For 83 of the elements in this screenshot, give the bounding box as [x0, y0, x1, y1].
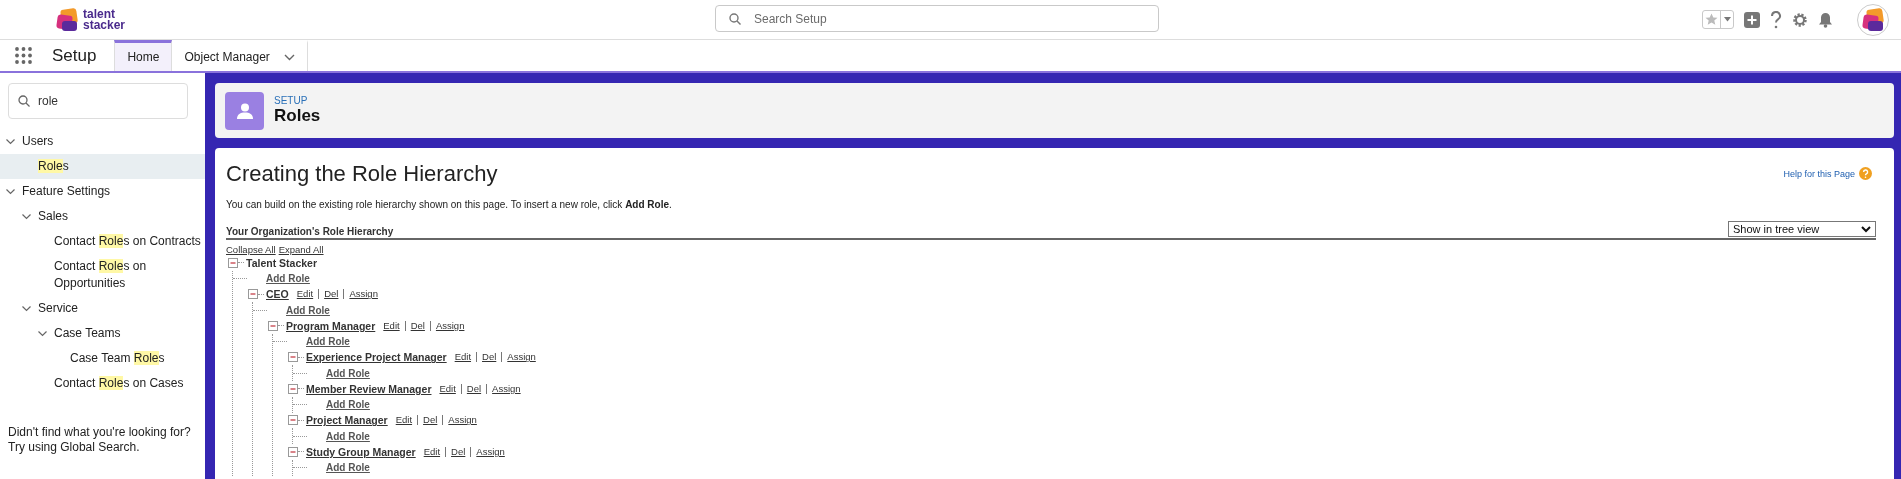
add-role-link[interactable]: Add Role [326, 430, 370, 442]
sidebar-item[interactable]: Contact Roles on Cases [54, 375, 184, 392]
action-link[interactable]: Del [418, 415, 444, 426]
chevron-down-icon[interactable] [22, 213, 31, 220]
sidebar-item[interactable]: Contact Roles on Contracts [54, 233, 201, 250]
action-link[interactable]: Assign [487, 383, 526, 394]
logo-text: stacker [83, 19, 126, 31]
hierarchy-heading: Your Organization's Role Hierarchy [226, 226, 394, 237]
action-link[interactable]: Edit [395, 415, 419, 426]
tree-link[interactable]: Expand All [278, 244, 324, 255]
action-link[interactable]: Del [461, 383, 488, 394]
collapse-icon[interactable] [288, 383, 298, 394]
action-link[interactable]: Assign [471, 446, 510, 457]
add-icon[interactable] [1744, 11, 1760, 28]
page-title: Roles [274, 106, 321, 126]
star-icon [1705, 13, 1718, 26]
chevron-down-icon[interactable] [38, 330, 47, 337]
chevron-down-icon[interactable] [283, 53, 295, 61]
sidebar-item[interactable]: Users [22, 133, 54, 150]
action-link[interactable]: Assign [430, 320, 470, 331]
logo-icon [55, 6, 79, 33]
role-link[interactable]: CEO [266, 288, 289, 301]
action-link[interactable]: Assign [502, 352, 541, 363]
action-link[interactable]: Del [319, 289, 345, 300]
app-name: Setup [51, 44, 98, 67]
add-role-link[interactable]: Add Role [306, 336, 350, 348]
add-role-link[interactable]: Add Role [286, 304, 330, 316]
sidebar-item[interactable]: Contact Roles on Opportunities [54, 258, 205, 292]
action-link[interactable]: Del [477, 352, 503, 363]
nav-tab[interactable]: Home [114, 40, 173, 71]
breadcrumb: SETUP [274, 95, 309, 106]
logo-icon [1861, 6, 1885, 33]
chevron-down-icon[interactable] [6, 138, 15, 145]
role-link[interactable]: Program Manager [286, 319, 376, 332]
role-link[interactable]: Study Group Manager [306, 445, 416, 458]
action-link[interactable]: Edit [454, 352, 478, 363]
help-link[interactable]: Help for this Page [1783, 168, 1855, 179]
favorites-dropdown[interactable] [1720, 11, 1733, 28]
role-link[interactable]: Member Review Manager [306, 382, 432, 395]
collapse-icon[interactable] [248, 289, 258, 300]
role-link[interactable]: Project Manager [306, 414, 388, 427]
action-link[interactable]: Edit [383, 320, 406, 331]
collapse-icon[interactable] [288, 415, 298, 426]
help-text: Didn't find what you're looking for? [8, 425, 192, 440]
action-link[interactable]: Del [405, 320, 431, 331]
collapse-icon[interactable] [288, 352, 298, 363]
org-name: Talent Stacker [246, 256, 317, 269]
intro-text: You can build on the existing role hierarchy shown on this page. To insert a new role, click Add Role. [226, 199, 673, 210]
sidebar-item[interactable]: Case Team Roles [70, 350, 165, 367]
help-text: Try using Global Search. [8, 440, 141, 455]
add-role-link[interactable]: Add Role [326, 462, 370, 474]
section-title: Creating the Role Hierarchy [226, 161, 498, 187]
sidebar-item[interactable]: Case Teams [54, 325, 121, 342]
collapse-icon[interactable] [228, 257, 238, 268]
sidebar-item[interactable]: Feature Settings [22, 183, 111, 200]
action-link[interactable]: Edit [296, 289, 320, 300]
action-link[interactable]: Edit [423, 446, 447, 457]
chevron-down-icon[interactable] [22, 305, 31, 312]
add-role-link[interactable]: Add Role [266, 273, 310, 285]
collapse-icon[interactable] [268, 320, 278, 331]
collapse-icon[interactable] [288, 446, 298, 457]
action-link[interactable]: Assign [443, 415, 482, 426]
settings-icon[interactable] [1792, 11, 1808, 28]
add-role-link[interactable]: Add Role [326, 399, 370, 411]
view-select[interactable]: Show in tree view [1728, 221, 1876, 237]
action-link[interactable]: Edit [439, 383, 462, 394]
chevron-down-icon[interactable] [6, 188, 15, 195]
search-field[interactable]: Search Setup [715, 5, 1159, 32]
bell-icon[interactable] [1818, 11, 1833, 28]
sidebar-item[interactable]: Sales [38, 208, 69, 225]
action-link[interactable]: Del [446, 446, 472, 457]
caret-icon [1723, 17, 1731, 22]
sidebar-item[interactable]: Service [38, 300, 78, 317]
add-role-link[interactable]: Add Role [326, 367, 370, 379]
logo-text: talent [83, 8, 115, 20]
search-field[interactable]: role [8, 83, 188, 119]
role-link[interactable]: Experience Project Manager [306, 351, 447, 364]
tree-link[interactable]: Collapse All [226, 244, 276, 255]
chevron-down-icon [1861, 225, 1871, 233]
action-link[interactable]: Assign [344, 289, 383, 300]
help-icon[interactable] [1770, 10, 1782, 29]
roles-icon [225, 91, 264, 130]
grid-icon [14, 47, 32, 64]
